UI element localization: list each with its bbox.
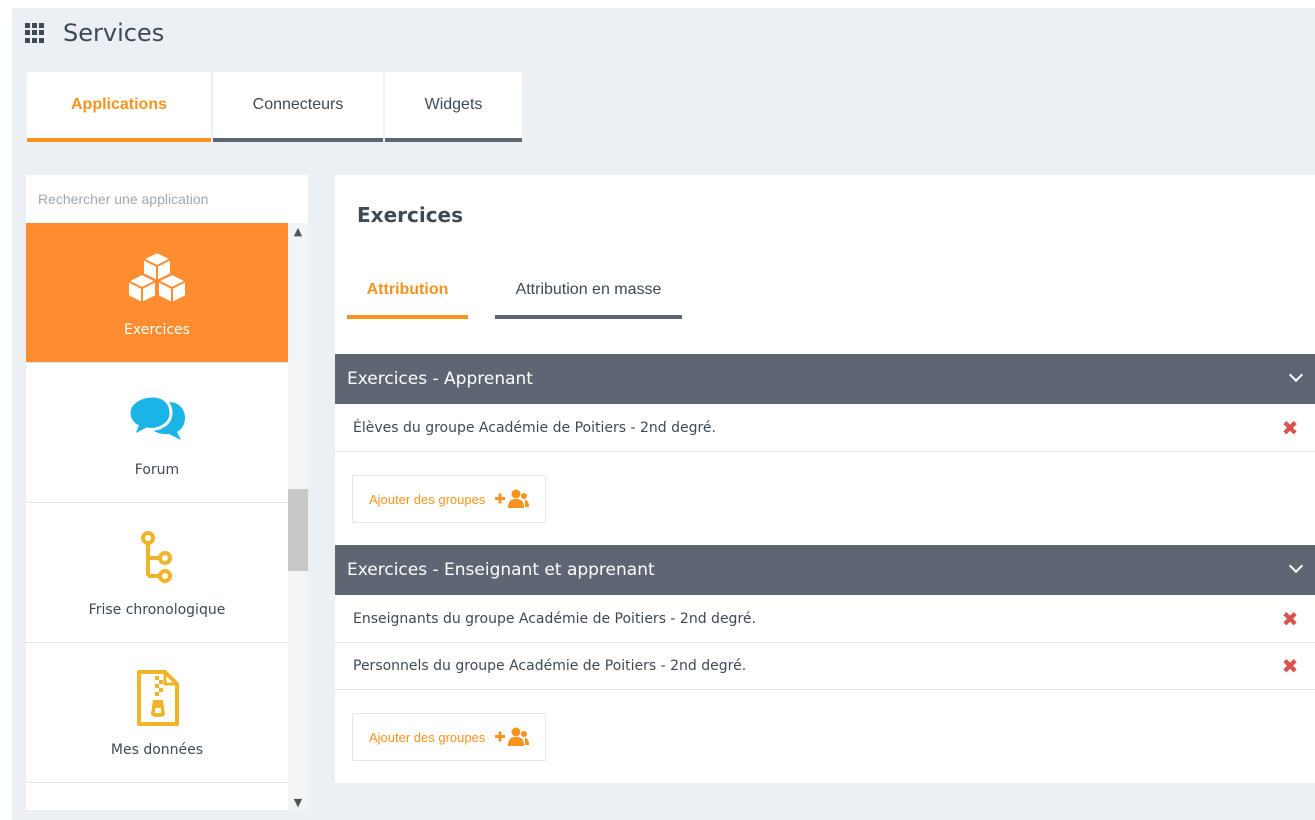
- section-header-enseignant-apprenant[interactable]: Exercices - Enseignant et apprenant: [335, 545, 1315, 595]
- group-name: Enseignants du groupe Académie de Poitie…: [353, 610, 756, 627]
- tab-attribution-en-masse[interactable]: Attribution en masse: [495, 265, 682, 319]
- app-label: Exercices: [124, 321, 190, 338]
- chevron-down-icon[interactable]: [1288, 558, 1304, 574]
- add-group-icon: [495, 489, 530, 509]
- remove-icon[interactable]: ✖: [1281, 609, 1299, 629]
- tab-widgets[interactable]: Widgets: [385, 72, 522, 142]
- app-item-exercices[interactable]: Exercices: [26, 223, 288, 363]
- group-row: Enseignants du groupe Académie de Poitie…: [335, 595, 1315, 643]
- app-item-mes-donnees[interactable]: Mes données: [26, 643, 288, 783]
- add-groups-button[interactable]: Ajouter des groupes: [352, 475, 547, 523]
- scroll-down-icon[interactable]: ▼: [288, 794, 308, 810]
- sub-tabs: Attribution Attribution en masse: [347, 265, 709, 319]
- tab-connecteurs[interactable]: Connecteurs: [213, 72, 383, 142]
- top-tabs: Applications Connecteurs Widgets: [27, 72, 524, 142]
- group-row: Élèves du groupe Académie de Poitiers - …: [335, 404, 1315, 452]
- grid-icon[interactable]: [25, 23, 45, 43]
- app-sidebar: Exercices Forum: [26, 175, 308, 810]
- remove-icon[interactable]: ✖: [1281, 418, 1299, 438]
- zip-file-icon: [135, 668, 179, 728]
- add-groups-label: Ajouter des groupes: [369, 729, 486, 745]
- add-groups-label: Ajouter des groupes: [369, 491, 486, 507]
- app-list: Exercices Forum Frise chronologique Mes …: [26, 223, 288, 783]
- timeline-icon: [137, 528, 177, 588]
- cubes-icon: [125, 248, 189, 308]
- app-item-forum[interactable]: Forum: [26, 363, 288, 503]
- app-label: Mes données: [110, 741, 204, 758]
- chevron-down-icon[interactable]: [1288, 367, 1304, 383]
- tab-applications[interactable]: Applications: [27, 72, 211, 142]
- group-name: Élèves du groupe Académie de Poitiers - …: [353, 419, 716, 436]
- app-label: Frise chronologique: [88, 601, 226, 618]
- search-input[interactable]: [26, 175, 308, 223]
- scroll-thumb[interactable]: [288, 489, 308, 571]
- section-header-apprenant[interactable]: Exercices - Apprenant: [335, 354, 1315, 404]
- sidebar-scrollbar[interactable]: ▲ ▼: [288, 223, 308, 810]
- group-name: Personnels du groupe Académie de Poitier…: [353, 657, 747, 674]
- remove-icon[interactable]: ✖: [1281, 656, 1299, 676]
- section-title: Exercices - Enseignant et apprenant: [347, 560, 655, 580]
- tab-attribution[interactable]: Attribution: [347, 265, 468, 319]
- add-groups-button[interactable]: Ajouter des groupes: [352, 713, 547, 761]
- app-label: Forum: [134, 461, 180, 478]
- add-group-icon: [495, 727, 530, 747]
- section-title: Exercices - Apprenant: [347, 369, 533, 389]
- main-panel: Exercices Attribution Attribution en mas…: [335, 175, 1315, 783]
- page-title: Services: [63, 19, 165, 47]
- app-title: Exercices: [357, 203, 464, 227]
- scroll-up-icon[interactable]: ▲: [288, 223, 308, 239]
- group-row: Personnels du groupe Académie de Poitier…: [335, 642, 1315, 690]
- chat-bubbles-icon: [127, 388, 187, 448]
- app-item-frise-chronologique[interactable]: Frise chronologique: [26, 503, 288, 643]
- page-header: Services: [25, 18, 164, 48]
